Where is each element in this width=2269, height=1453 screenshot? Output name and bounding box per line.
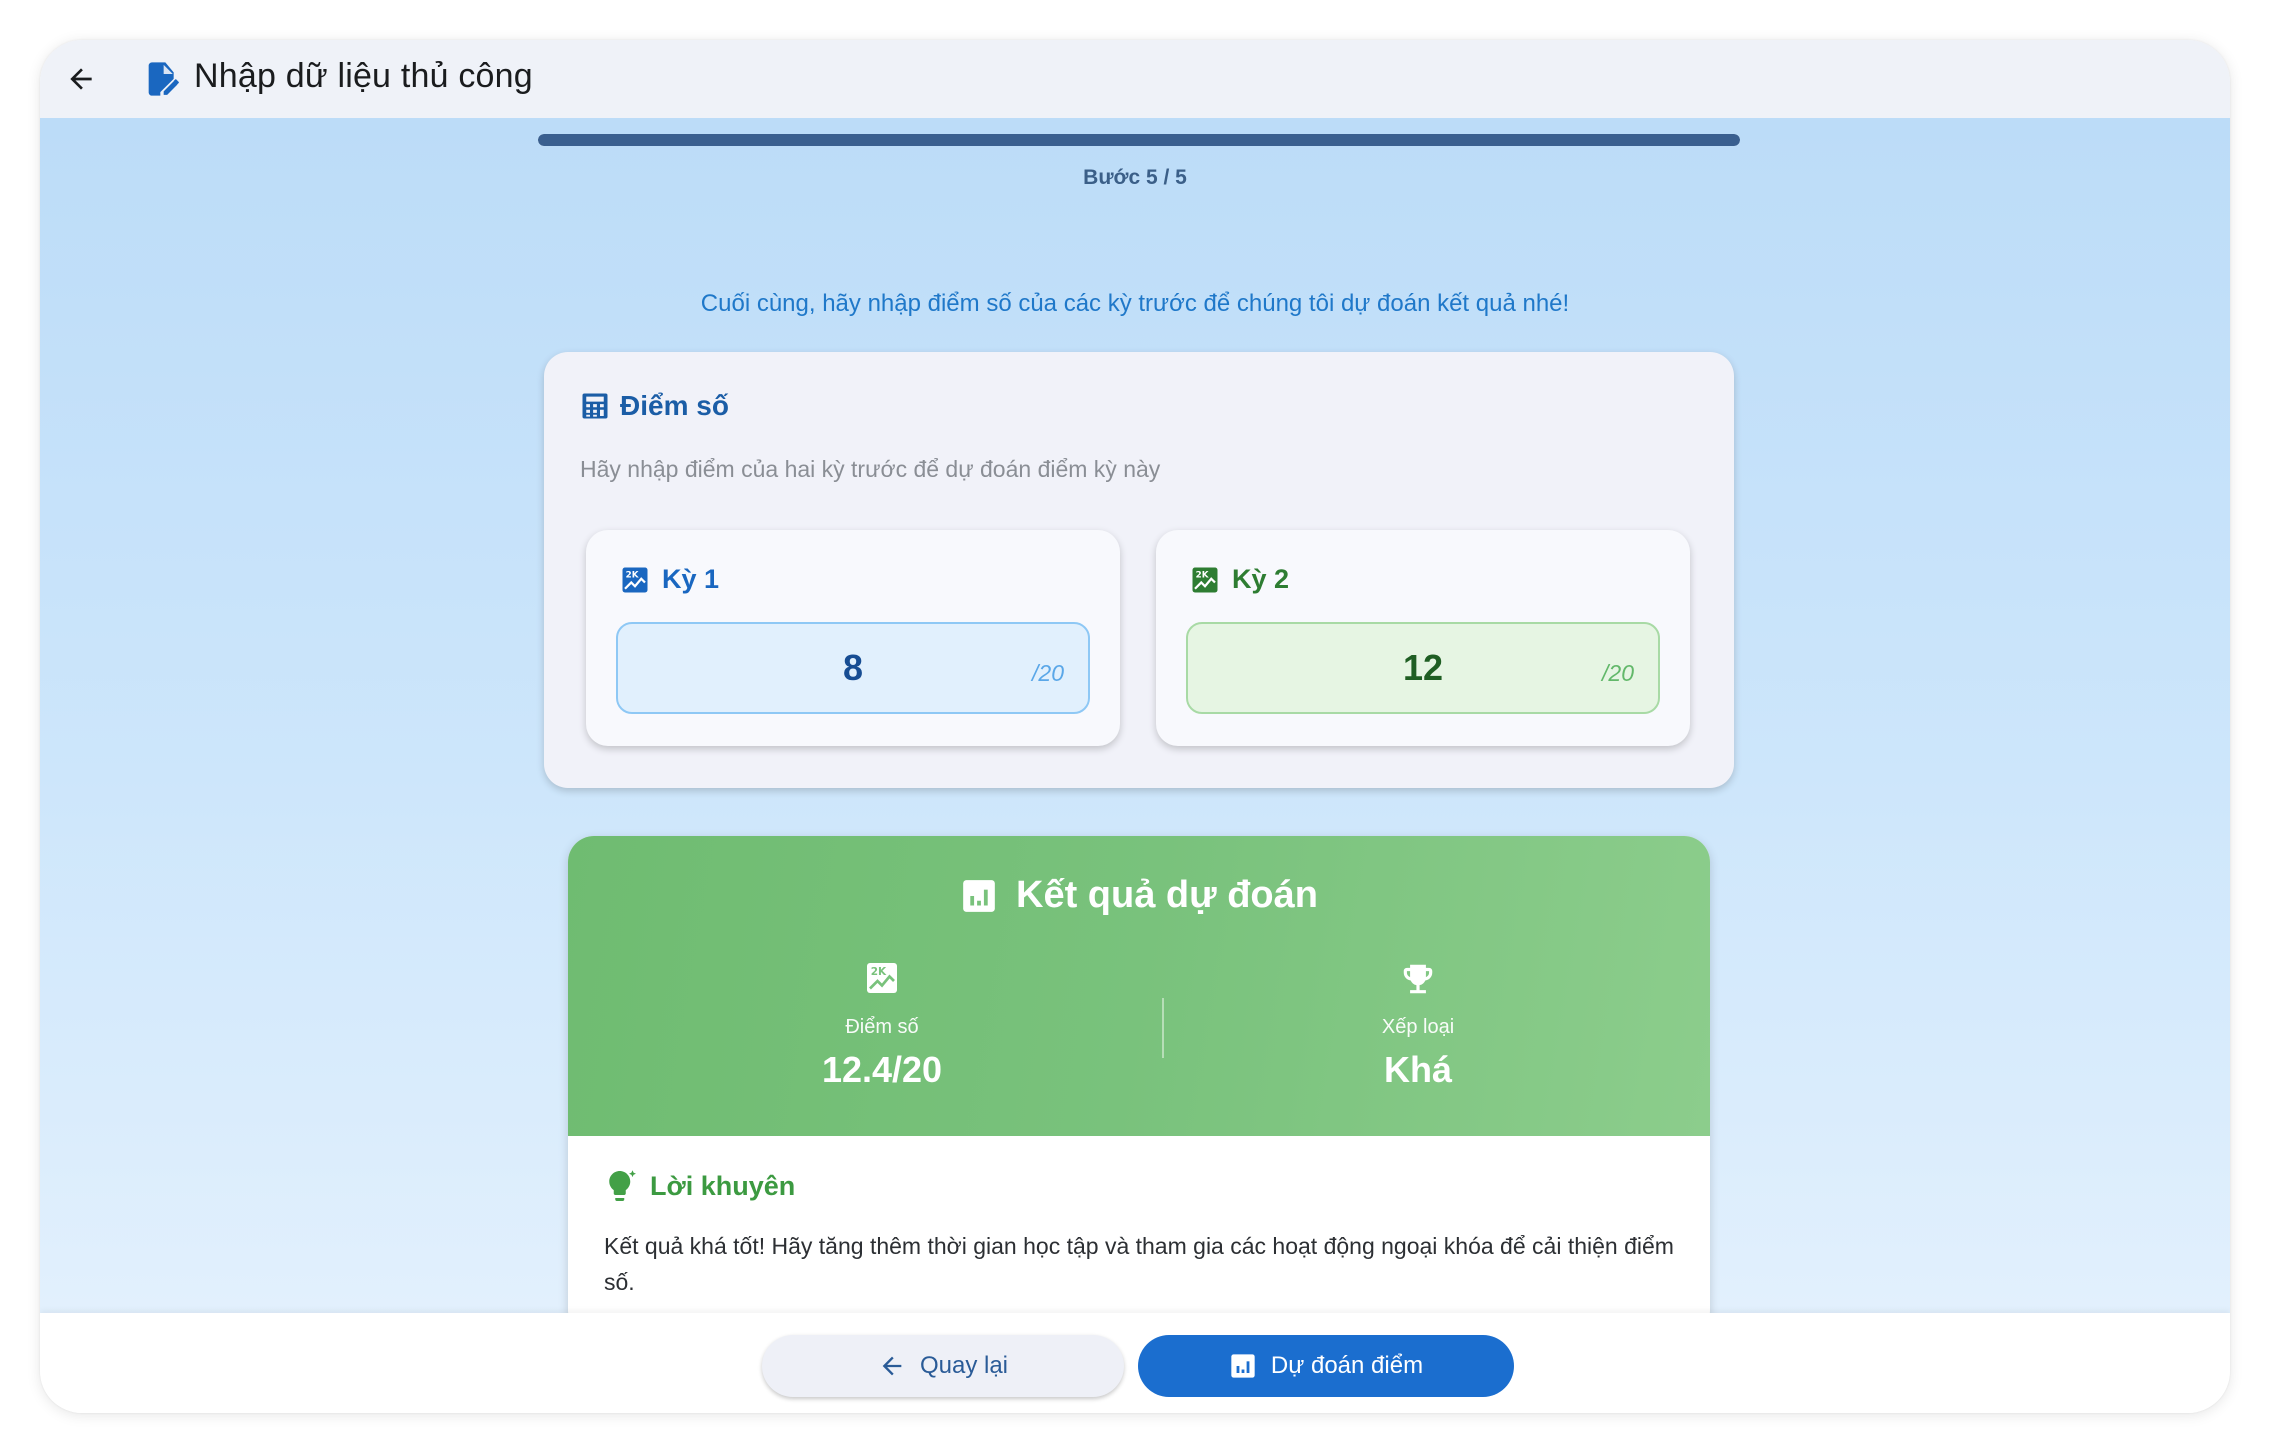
back-step-button[interactable]: Quay lại	[762, 1335, 1124, 1397]
predict-score-button[interactable]: Dự đoán điểm	[1138, 1335, 1514, 1397]
result-score-value: 12.4/20	[821, 1049, 943, 1090]
intro-text: Cuối cùng, hãy nhập điểm số của các kỳ t…	[700, 290, 1570, 317]
prediction-result-card: Kết quả dự đoán 2K Điểm số 12.4/20 Xếp l…	[568, 836, 1710, 1336]
main-content[interactable]: Bước 5 / 5 Cuối cùng, hãy nhập điểm số c…	[40, 118, 2230, 1336]
result-divider	[1162, 998, 1164, 1058]
bottom-action-bar: Quay lại Dự đoán điểm	[40, 1313, 2230, 1413]
result-summary: Kết quả dự đoán 2K Điểm số 12.4/20 Xếp l…	[568, 836, 1710, 1136]
progress-bar	[538, 134, 1740, 146]
grade-icon: 2K	[867, 963, 897, 993]
term-2-score-suffix: /20	[1602, 660, 1634, 686]
bar-chart-icon	[1231, 1354, 1255, 1378]
back-step-label: Quay lại	[919, 1352, 1009, 1379]
score-card: Điểm số Hãy nhập điểm của hai kỳ trước đ…	[544, 352, 1734, 788]
term-2-header: 2K Kỳ 2	[1190, 564, 1289, 595]
term-2-score-value[interactable]: 12	[1403, 647, 1443, 689]
result-header: Kết quả dự đoán	[568, 874, 1710, 917]
score-card-subtitle: Hãy nhập điểm của hai kỳ trước để dự đoá…	[580, 456, 1161, 482]
svg-text:2K: 2K	[626, 570, 640, 580]
term-1-header: 2K Kỳ 1	[620, 564, 719, 595]
advice-header: Lời khuyên	[604, 1168, 795, 1204]
result-rank: Xếp loại Khá	[1208, 960, 1628, 1091]
back-button[interactable]	[54, 52, 108, 106]
app-window: Nhập dữ liệu thủ công Bước 5 / 5 Cuối cù…	[40, 40, 2230, 1413]
term-1-score-input[interactable]: 8 /20	[616, 622, 1090, 714]
bar-chart-icon	[963, 879, 995, 912]
advice-title: Lời khuyên	[650, 1170, 796, 1201]
svg-text:2K: 2K	[871, 966, 887, 978]
advice-text: Kết quả khá tốt! Hãy tăng thêm thời gian…	[604, 1233, 1674, 1295]
score-card-title: Điểm số	[620, 390, 729, 421]
arrow-back-icon	[70, 68, 92, 90]
progress-fill	[538, 134, 1740, 146]
term-2-score-input[interactable]: 12 /20	[1186, 622, 1660, 714]
term-1-label: Kỳ 1	[662, 564, 720, 594]
calculator-icon	[582, 393, 608, 419]
grade-icon: 2K	[622, 567, 648, 592]
result-rank-caption: Xếp loại	[1381, 1016, 1455, 1038]
page-title: Nhập dữ liệu thủ công	[194, 57, 533, 95]
term-1-card: 2K Kỳ 1 8 /20	[586, 530, 1120, 746]
term-2-label: Kỳ 2	[1232, 564, 1290, 594]
trophy-icon	[1403, 964, 1433, 994]
grade-icon: 2K	[1192, 567, 1218, 592]
term-1-score-suffix: /20	[1032, 660, 1064, 686]
step-label: Bước 5 / 5	[1083, 166, 1187, 189]
svg-text:2K: 2K	[1196, 570, 1210, 580]
term-2-card: 2K Kỳ 2 12 /20	[1156, 530, 1690, 746]
predict-score-label: Dự đoán điểm	[1270, 1352, 1424, 1379]
result-score: 2K Điểm số 12.4/20	[672, 960, 1092, 1091]
app-bar: Nhập dữ liệu thủ công	[40, 40, 2230, 118]
result-title: Kết quả dự đoán	[1016, 874, 1318, 916]
term-1-score-value[interactable]: 8	[843, 647, 863, 689]
arrow-back-icon	[882, 1356, 902, 1376]
edit-document-icon	[142, 59, 182, 99]
result-rank-value: Khá	[1383, 1049, 1452, 1090]
result-score-caption: Điểm số	[845, 1016, 919, 1038]
lightbulb-icon	[609, 1170, 636, 1201]
score-card-header: Điểm số	[580, 390, 729, 422]
